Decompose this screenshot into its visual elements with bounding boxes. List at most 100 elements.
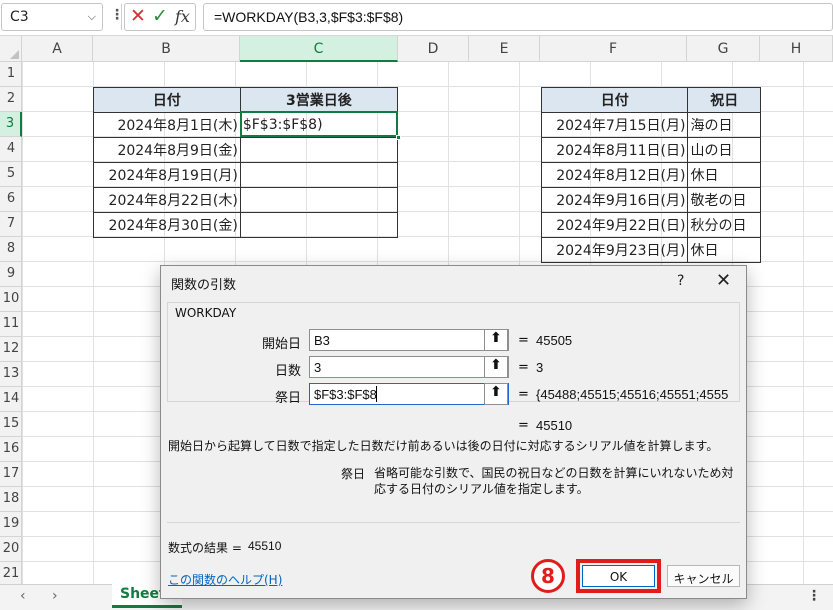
column-header-d[interactable]: D <box>398 36 469 62</box>
cancel-icon[interactable]: ✕ <box>130 5 146 27</box>
row-header-9[interactable]: 9 <box>0 262 22 287</box>
select-all-corner[interactable] <box>0 36 22 62</box>
table-row: 2024年8月11日(日) 山の日 <box>540 137 761 163</box>
collapse-dialog-icon[interactable]: ⬆ <box>484 356 508 378</box>
holiday-date-cell[interactable]: 2024年9月23日(月) <box>540 237 689 263</box>
name-box[interactable]: C3 ⌵ <box>1 3 103 31</box>
date-cell[interactable]: 2024年8月22日(木) <box>93 187 241 213</box>
row-header-7[interactable]: 7 <box>0 212 22 237</box>
column-header-f[interactable]: F <box>540 36 687 62</box>
date-table: 日付 3営業日後 2024年8月1日(木) $F$3:$F$8) 2024年8月9日… <box>93 87 399 238</box>
name-box-value: C3 <box>10 9 29 25</box>
chevron-left-icon[interactable]: ‹ <box>20 588 26 604</box>
formula-bar: C3 ⌵ ⋮ ✕ ✓ fx =WORKDAY(B3,3,$F$3:$F$8) <box>0 0 833 36</box>
header-3-business-days[interactable]: 3営業日後 <box>239 87 399 113</box>
row-header-18[interactable]: 18 <box>0 487 22 512</box>
row-header-19[interactable]: 19 <box>0 512 22 537</box>
function-description: 開始日から起算して日数で指定した日数だけ前あるいは後の日付に対応するシリアル値を… <box>168 439 719 453</box>
holiday-date-cell[interactable]: 2024年9月22日(日) <box>540 212 689 238</box>
holiday-date-cell[interactable]: 2024年8月12日(月) <box>540 162 689 188</box>
column-header-g[interactable]: G <box>687 36 760 62</box>
result-cell[interactable] <box>239 162 399 188</box>
row-header-8[interactable]: 8 <box>0 237 22 262</box>
holiday-name-cell[interactable]: 山の日 <box>687 137 761 163</box>
result-cell[interactable] <box>239 212 399 238</box>
row-header-17[interactable]: 17 <box>0 462 22 487</box>
holiday-date-cell[interactable]: 2024年9月16日(月) <box>540 187 689 213</box>
close-icon[interactable]: ✕ <box>716 270 731 291</box>
formula-buttons: ✕ ✓ fx <box>124 3 196 31</box>
arg-value-start-date: 45505 <box>536 333 573 348</box>
function-help-link[interactable]: この関数のヘルプ(H) <box>168 571 282 588</box>
holiday-table: 日付 祝日 2024年7月15日(月) 海の日 2024年8月11日(日) 山の日 20… <box>540 87 761 263</box>
holiday-date-cell[interactable]: 2024年7月15日(月) <box>540 112 689 138</box>
check-icon[interactable]: ✓ <box>152 5 168 27</box>
date-cell[interactable]: 2024年8月1日(木) <box>93 112 241 138</box>
ok-button[interactable]: OK <box>582 565 655 587</box>
header-date[interactable]: 日付 <box>93 87 241 113</box>
table-row: 2024年8月9日(金) <box>93 137 399 163</box>
row-header-2[interactable]: 2 <box>0 87 22 112</box>
function-name: WORKDAY <box>173 306 239 320</box>
chevron-down-icon[interactable]: ⌵ <box>88 10 96 24</box>
cancel-button[interactable]: キャンセル <box>667 565 740 587</box>
row-header-16[interactable]: 16 <box>0 437 22 462</box>
more-options-icon[interactable]: ⋮ <box>807 588 821 604</box>
arg-help-text: 省略可能な引数で、国民の祝日などの日数を計算にいれないため対応する日付のシリアル… <box>374 466 734 496</box>
result-cell[interactable] <box>239 187 399 213</box>
row-header-5[interactable]: 5 <box>0 162 22 187</box>
holiday-name-cell[interactable]: 敬老の日 <box>687 187 761 213</box>
table-row: 2024年8月30日(金) <box>93 212 399 238</box>
row-header-20[interactable]: 20 <box>0 537 22 562</box>
arg-input-days[interactable]: 3 <box>309 356 509 378</box>
table-row: 2024年8月22日(木) <box>93 187 399 213</box>
result-cell[interactable] <box>239 137 399 163</box>
arg-input-start-date[interactable]: B3 <box>309 329 509 351</box>
row-header-6[interactable]: 6 <box>0 187 22 212</box>
holiday-date-cell[interactable]: 2024年8月11日(日) <box>540 137 689 163</box>
column-header-h[interactable]: H <box>760 36 833 62</box>
arg-input-holidays[interactable]: $F$3:$F$8 <box>309 383 509 405</box>
row-header-15[interactable]: 15 <box>0 412 22 437</box>
column-header-c[interactable]: C <box>240 36 398 62</box>
help-icon[interactable]: ? <box>677 273 684 289</box>
holiday-name-cell[interactable]: 秋分の日 <box>687 212 761 238</box>
fill-handle[interactable] <box>396 135 401 140</box>
table-row: 2024年9月23日(月) 休日 <box>540 237 761 263</box>
column-header-e[interactable]: E <box>469 36 540 62</box>
arg-value-days: 3 <box>536 360 544 375</box>
header-holiday[interactable]: 祝日 <box>687 87 761 113</box>
date-cell[interactable]: 2024年8月9日(金) <box>93 137 241 163</box>
row-header-13[interactable]: 13 <box>0 362 22 387</box>
equals-sign: = <box>518 333 529 348</box>
arg-label-holidays: 祭日 <box>274 391 301 406</box>
formula-input[interactable]: =WORKDAY(B3,3,$F$3:$F$8) <box>203 3 833 31</box>
collapse-dialog-icon[interactable]: ⬆ <box>484 383 508 405</box>
row-header-10[interactable]: 10 <box>0 287 22 312</box>
column-header-a[interactable]: A <box>22 36 93 62</box>
row-header-12[interactable]: 12 <box>0 337 22 362</box>
row-header-1[interactable]: 1 <box>0 62 22 87</box>
divider <box>121 4 122 30</box>
row-header-14[interactable]: 14 <box>0 387 22 412</box>
table-row: 2024年8月19日(月) <box>93 162 399 188</box>
row-header-4[interactable]: 4 <box>0 137 22 162</box>
chevron-right-icon[interactable]: › <box>52 588 58 604</box>
table-row: 2024年9月16日(月) 敬老の日 <box>540 187 761 213</box>
holiday-name-cell[interactable]: 海の日 <box>687 112 761 138</box>
date-cell[interactable]: 2024年8月30日(金) <box>93 212 241 238</box>
row-header-11[interactable]: 11 <box>0 312 22 337</box>
arg-value-holidays: {45488;45515;45516;45551;4555 <box>536 387 729 402</box>
column-headers: ABCDEFGH <box>22 36 833 62</box>
formula-result-value: 45510 <box>248 539 282 553</box>
formula-result-label: 数式の結果 = <box>168 541 242 555</box>
holiday-name-cell[interactable]: 休日 <box>687 237 761 263</box>
collapse-dialog-icon[interactable]: ⬆ <box>484 329 508 351</box>
date-cell[interactable]: 2024年8月19日(月) <box>93 162 241 188</box>
column-header-b[interactable]: B <box>93 36 240 62</box>
insert-function-icon[interactable]: fx <box>175 7 190 26</box>
header-date[interactable]: 日付 <box>540 87 689 113</box>
function-result-value: 45510 <box>536 418 573 433</box>
holiday-name-cell[interactable]: 休日 <box>687 162 761 188</box>
row-header-3[interactable]: 3 <box>0 112 22 137</box>
